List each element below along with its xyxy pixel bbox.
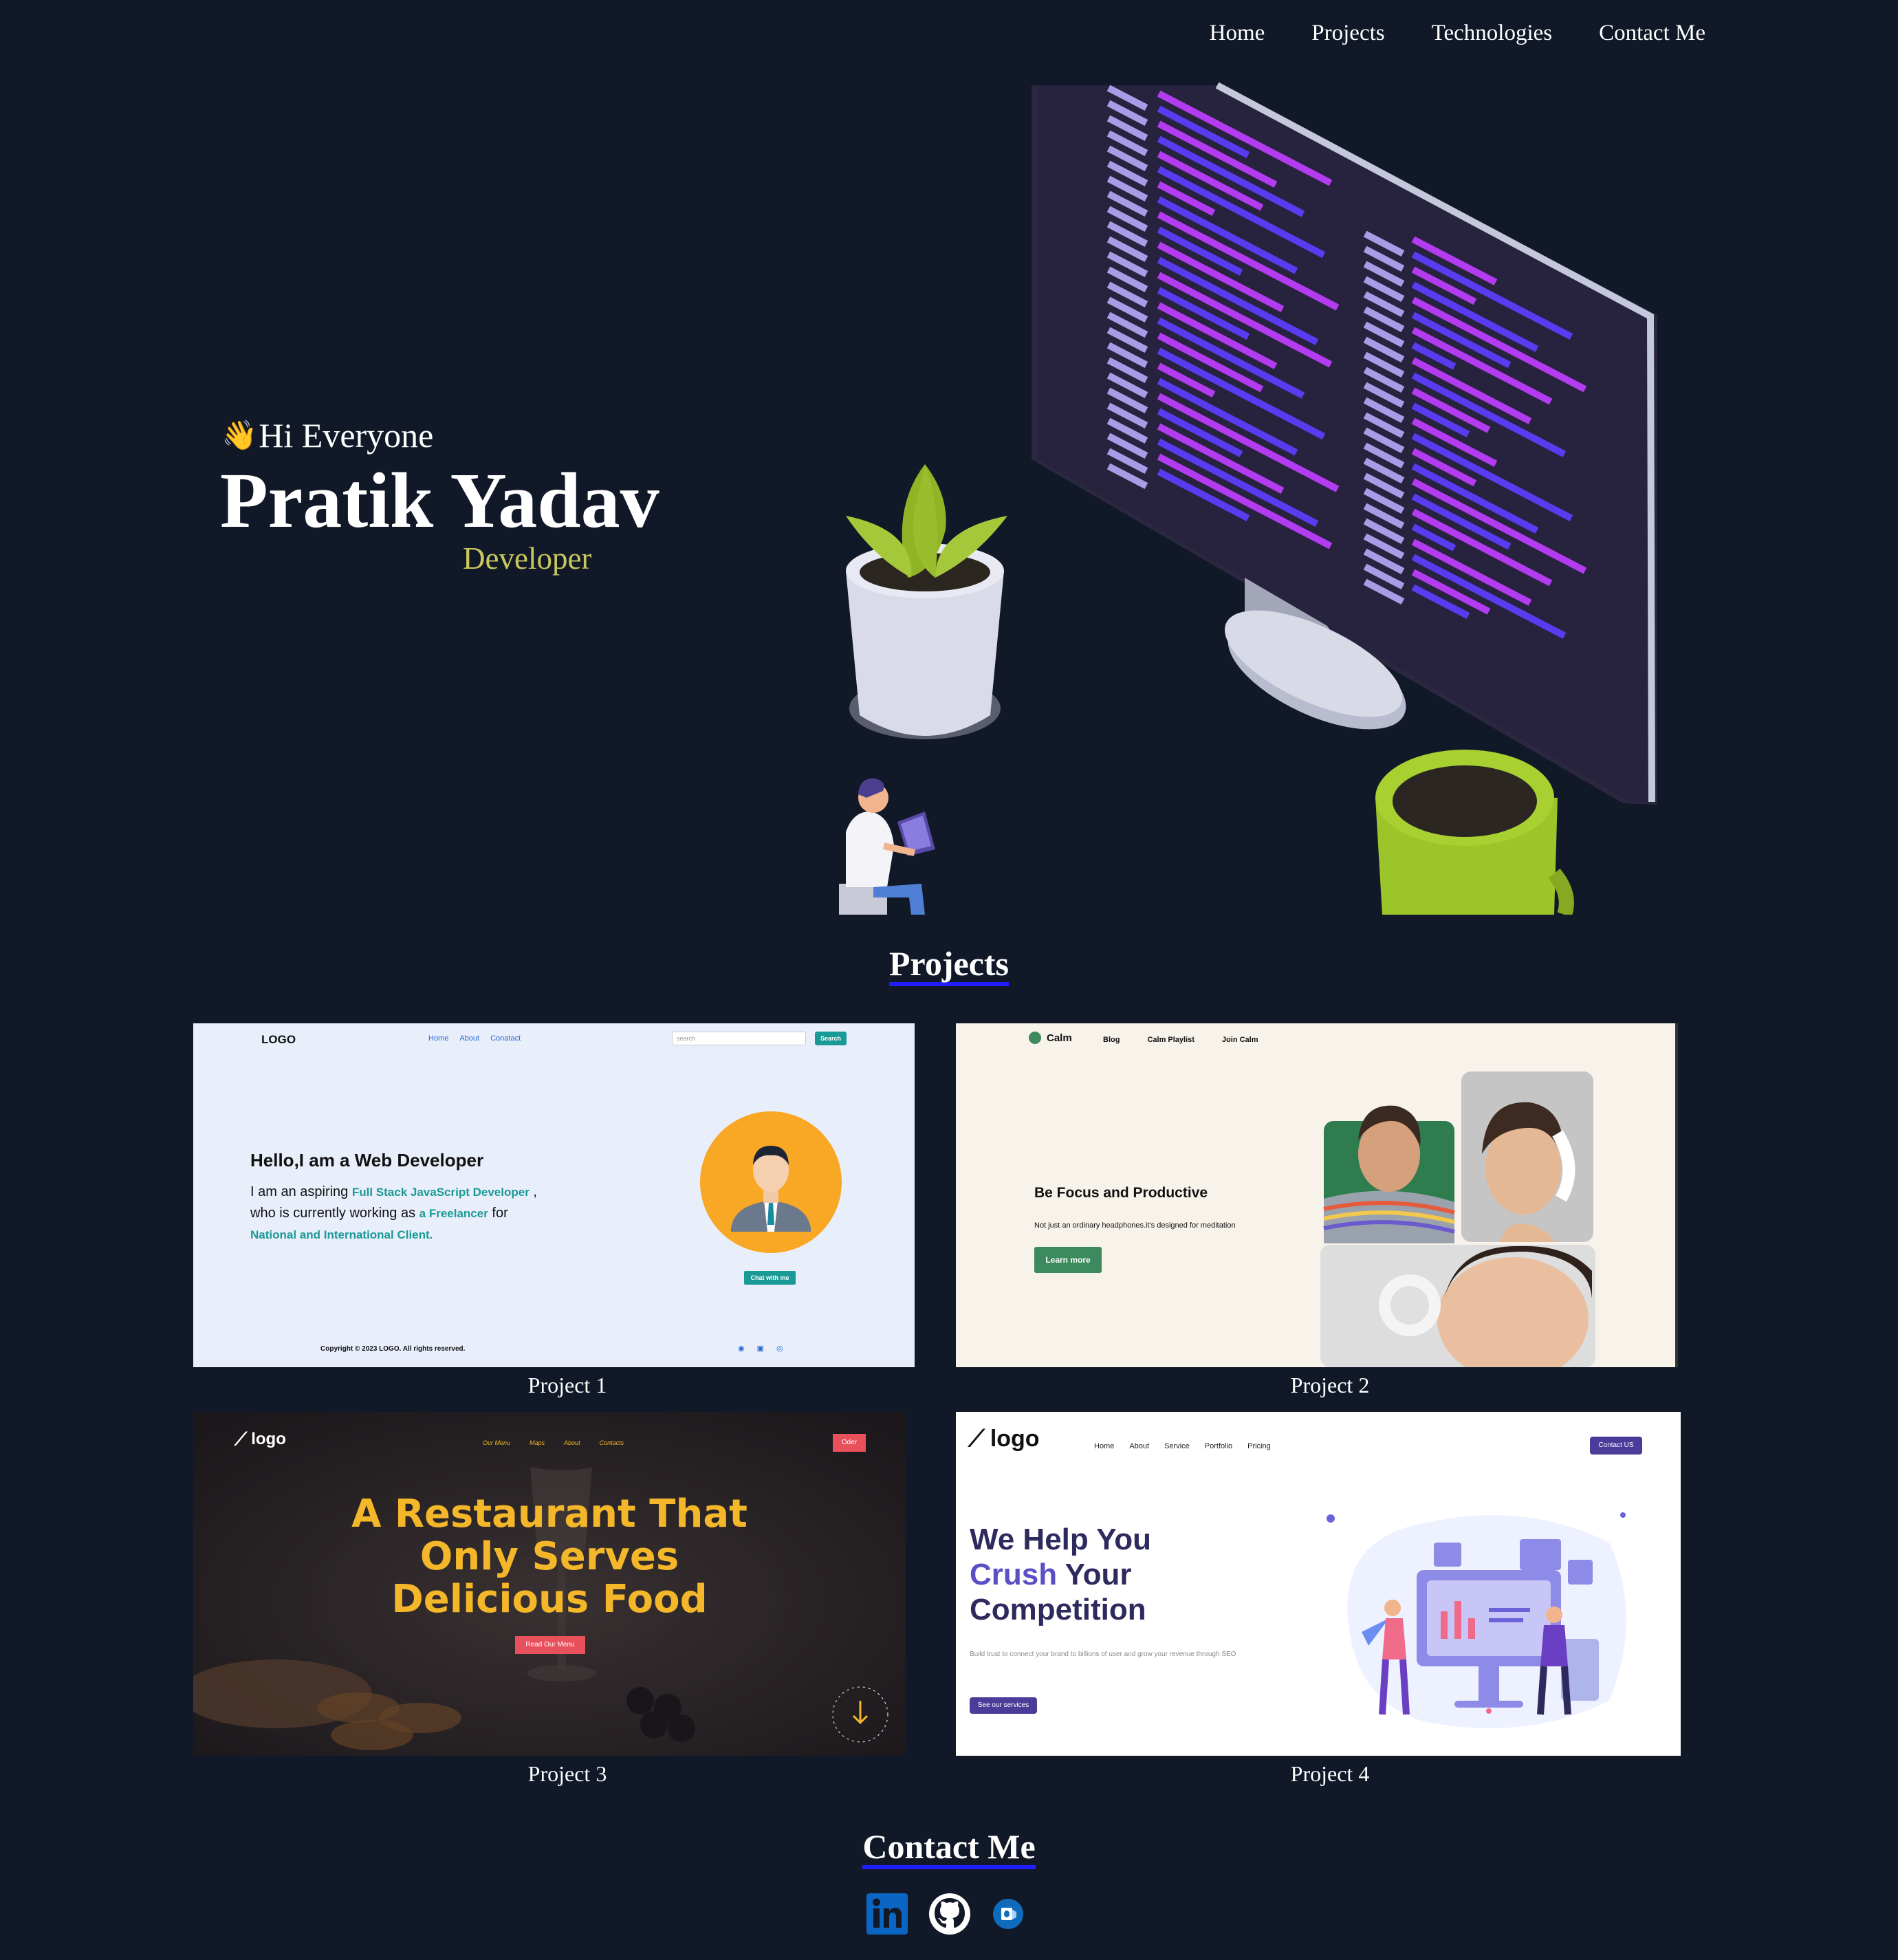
project-4-card[interactable]: ⟋ logo Home About Service Portfolio Pric… — [956, 1412, 1681, 1756]
project-1-caption: Project 1 — [527, 1373, 607, 1397]
person-with-laptop — [839, 778, 935, 915]
hero-role: Developer — [463, 541, 592, 576]
p3-logo-icon: ⟋ — [234, 1428, 248, 1449]
p1-avatar — [700, 1111, 842, 1253]
p3-read-menu-button[interactable]: Read Our Menu — [515, 1636, 585, 1654]
p2-logo: Calm — [1029, 1032, 1072, 1044]
outlook-icon[interactable] — [992, 1897, 1025, 1930]
p4-marketing-illustration — [1327, 1512, 1626, 1728]
project-3-card[interactable]: ⟋ logo Our Menu Maps About Contacts Oder… — [193, 1412, 906, 1756]
p2-scrollbar[interactable] — [1675, 1023, 1678, 1367]
p2-sub: Not just an ordinary headphones.it's des… — [1034, 1221, 1236, 1230]
p2-nav-blog[interactable]: Blog — [1103, 1036, 1120, 1044]
projects-heading: Projects — [0, 944, 1898, 986]
p4-sub: Build trust to connect your brand to bil… — [970, 1651, 1236, 1658]
p4-nav: Home About Service Portfolio Pricing — [1094, 1442, 1271, 1450]
p4-nav-pricing[interactable]: Pricing — [1247, 1442, 1271, 1450]
nav-technologies-link[interactable]: Technologies — [1432, 21, 1552, 46]
greeting-text: Hi Everyone — [259, 416, 434, 455]
scroll-badge-icon — [832, 1686, 888, 1743]
p1-nav: Home About Conatact — [428, 1034, 521, 1043]
linkedin-icon[interactable] — [866, 1893, 908, 1935]
p3-scroll-indicator[interactable] — [826, 1680, 895, 1749]
p1-logo: LOGO — [261, 1033, 296, 1046]
top-nav: Home Projects Technologies Contact Me — [1210, 21, 1705, 46]
p1-search-button[interactable]: Search — [815, 1032, 847, 1045]
nav-contact-link[interactable]: Contact Me — [1599, 21, 1705, 46]
project-2-caption: Project 2 — [1290, 1373, 1370, 1397]
p4-headline: We Help You Crush Your Competition — [970, 1523, 1152, 1626]
p1-github-icon[interactable]: ◉ — [738, 1344, 745, 1353]
p3-nav-contacts[interactable]: Contacts — [600, 1439, 624, 1446]
p3-nav-menu[interactable]: Our Menu — [483, 1439, 510, 1446]
p2-logo-dot-icon — [1029, 1032, 1041, 1044]
p4-nav-service[interactable]: Service — [1164, 1442, 1190, 1450]
p4-logo-icon: ⟋ — [968, 1426, 985, 1452]
p2-heading: Be Focus and Productive — [1034, 1185, 1208, 1201]
nav-projects-link[interactable]: Projects — [1311, 21, 1384, 46]
p1-search-input[interactable]: search — [672, 1032, 806, 1045]
project-4-caption: Project 4 — [1290, 1761, 1370, 1786]
p1-linkedin-icon[interactable]: ▣ — [757, 1344, 764, 1353]
hero-name: Pratik Yadav — [220, 457, 659, 544]
p3-logo: ⟋ logo — [234, 1428, 286, 1449]
p1-nav-home[interactable]: Home — [428, 1034, 448, 1043]
p4-nav-portfolio[interactable]: Portfolio — [1205, 1442, 1232, 1450]
p3-nav: Our Menu Maps About Contacts — [483, 1439, 624, 1446]
p4-nav-home[interactable]: Home — [1094, 1442, 1114, 1450]
p4-services-button[interactable]: See our services — [970, 1697, 1037, 1714]
p2-nav-join[interactable]: Join Calm — [1222, 1036, 1258, 1044]
p2-learn-more-button[interactable]: Learn more — [1034, 1247, 1102, 1273]
p3-nav-about[interactable]: About — [564, 1439, 580, 1446]
p4-nav-about[interactable]: About — [1129, 1442, 1149, 1450]
p2-nav-playlist[interactable]: Calm Playlist — [1147, 1036, 1194, 1044]
p1-nav-about[interactable]: About — [459, 1034, 479, 1043]
contact-icons — [866, 1893, 1025, 1935]
p2-nav: Blog Calm Playlist Join Calm — [1103, 1036, 1258, 1044]
github-icon[interactable] — [928, 1893, 971, 1935]
nav-home-link[interactable]: Home — [1210, 21, 1265, 46]
p1-body: I am an aspiring Full Stack JavaScript D… — [250, 1184, 537, 1241]
p2-photo-collage — [1320, 1071, 1595, 1367]
p3-order-button[interactable]: Oder — [833, 1434, 866, 1452]
project-2-card[interactable]: Calm Blog Calm Playlist Join Calm Be Foc… — [956, 1023, 1678, 1367]
p1-instagram-icon[interactable]: ◎ — [776, 1344, 783, 1353]
p3-headline: A Restaurant That Only Serves Delicious … — [351, 1492, 748, 1622]
p4-logo: ⟋ logo — [968, 1426, 1040, 1452]
p4-contact-button[interactable]: Contact US — [1590, 1437, 1642, 1455]
p1-chat-button[interactable]: Chat with me — [744, 1271, 796, 1285]
project-3-caption: Project 3 — [527, 1761, 607, 1786]
developer-illustration — [839, 83, 1657, 915]
p3-nav-maps[interactable]: Maps — [530, 1439, 545, 1446]
wave-hand-icon: 👋 — [221, 418, 258, 452]
hero-greeting: 👋 Hi Everyone — [221, 415, 433, 455]
p1-social-icons: ◉ ▣ ◎ — [738, 1344, 783, 1353]
project-1-card[interactable]: LOGO Home About Conatact search Search H… — [193, 1023, 915, 1367]
p1-nav-contact[interactable]: Conatact — [490, 1034, 521, 1043]
contact-heading: Contact Me — [0, 1827, 1898, 1869]
p1-heading: Hello,I am a Web Developer — [250, 1150, 484, 1170]
p1-footer: Copyright © 2023 LOGO. All rights reserv… — [320, 1345, 466, 1353]
